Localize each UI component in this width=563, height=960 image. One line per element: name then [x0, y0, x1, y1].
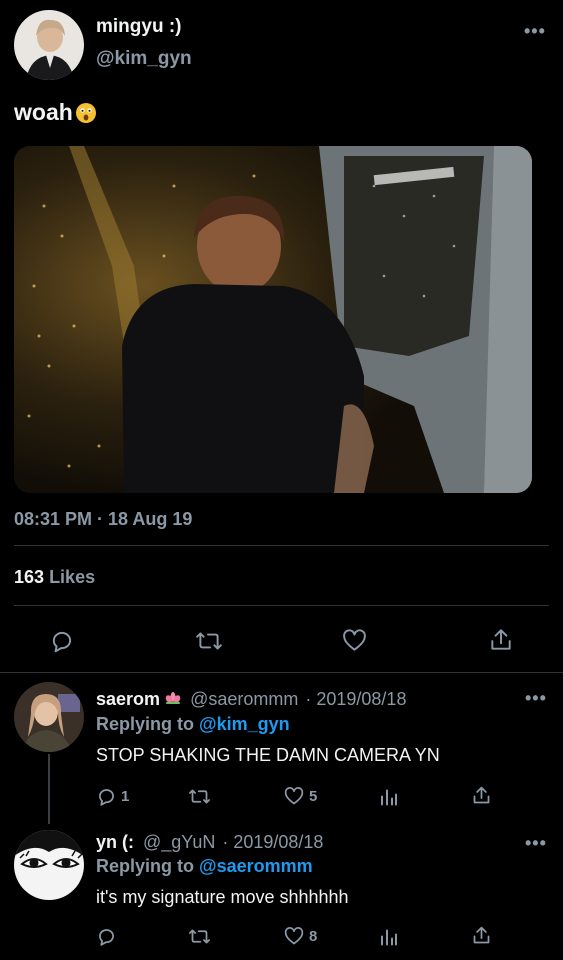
replying-to-mention[interactable]: @kim_gyn — [199, 714, 290, 734]
night-city-photo — [14, 146, 532, 493]
lotus-emoji — [165, 692, 181, 704]
reply-icon — [99, 789, 114, 806]
heart-icon — [284, 927, 304, 945]
analytics-button[interactable] — [379, 926, 399, 947]
like-button[interactable]: 5 — [283, 786, 317, 807]
replying-to-mention[interactable]: @saerommm — [199, 856, 313, 876]
reply-handle[interactable]: @_gYuN — [143, 832, 215, 852]
avatar[interactable] — [14, 10, 84, 80]
share-icon — [473, 926, 490, 944]
avatar-drawing — [14, 830, 84, 900]
more-options-icon[interactable]: ••• — [525, 689, 547, 707]
avatar-photo — [14, 10, 84, 80]
analytics-icon — [381, 929, 397, 946]
tweet-timestamp[interactable]: 08:31 PM · 18 Aug 19 — [14, 509, 192, 530]
reply-display-name[interactable]: yn (: — [96, 832, 134, 852]
display-name[interactable]: mingyu :) — [96, 16, 182, 38]
reply-button[interactable] — [96, 926, 121, 947]
likes-count: 163 — [14, 567, 45, 587]
share-button[interactable] — [471, 785, 492, 806]
reply-icon — [52, 631, 72, 653]
reply-button[interactable]: 1 — [96, 786, 129, 807]
retweet-icon — [189, 789, 210, 804]
like-button[interactable]: 8 — [283, 926, 317, 947]
reply-date: · 2019/08/18 — [222, 832, 324, 852]
likes-label: Likes — [49, 567, 96, 587]
like-button[interactable] — [341, 628, 368, 654]
heart-icon — [284, 787, 304, 805]
avatar-photo — [14, 682, 84, 752]
replying-to-label: Replying to — [96, 714, 194, 734]
divider — [14, 545, 549, 546]
reply-display-name[interactable]: saerom — [96, 689, 160, 709]
avatar[interactable] — [14, 682, 84, 752]
more-options-icon[interactable]: ••• — [524, 22, 546, 40]
user-handle[interactable]: @kim_gyn — [96, 48, 192, 70]
replying-to-label: Replying to — [96, 856, 194, 876]
analytics-button[interactable] — [379, 786, 399, 807]
retweet-button[interactable] — [188, 926, 215, 947]
replying-to: Replying to @saerommm — [96, 856, 313, 877]
heart-icon — [343, 629, 366, 651]
divider — [0, 672, 563, 673]
retweet-button[interactable] — [195, 628, 223, 654]
tweet-photo[interactable] — [14, 146, 532, 493]
share-button[interactable] — [471, 925, 492, 946]
share-button[interactable] — [488, 627, 514, 653]
likes-summary[interactable]: 163 Likes — [14, 567, 95, 588]
like-count: 8 — [309, 928, 318, 945]
replying-to: Replying to @kim_gyn — [96, 714, 290, 735]
avatar[interactable] — [14, 830, 84, 900]
divider — [14, 605, 549, 606]
thread-line — [48, 754, 50, 824]
reply-header: yn (: @_gYuN · 2019/08/18 — [96, 832, 323, 853]
reply-handle[interactable]: @saerommm — [190, 689, 298, 709]
like-count: 5 — [309, 788, 318, 805]
tweet-text: woah — [14, 99, 97, 126]
reply-text: STOP SHAKING THE DAMN CAMERA YN — [96, 745, 440, 765]
retweet-icon — [196, 632, 222, 650]
tweet-text-content: woah — [14, 99, 73, 125]
share-icon — [473, 786, 490, 804]
reply-button[interactable] — [49, 628, 75, 654]
reply-icon — [99, 929, 114, 946]
reply-header: saerom @saerommm · 2019/08/18 — [96, 689, 406, 710]
analytics-icon — [381, 789, 397, 806]
retweet-icon — [189, 929, 210, 944]
reply-count: 1 — [121, 788, 130, 805]
share-icon — [491, 629, 511, 650]
reply-date: · 2019/08/18 — [305, 689, 407, 709]
more-options-icon[interactable]: ••• — [525, 834, 547, 852]
retweet-button[interactable] — [188, 786, 215, 807]
astonished-face-emoji — [75, 102, 96, 123]
reply-text: it's my signature move shhhhhh — [96, 887, 349, 907]
